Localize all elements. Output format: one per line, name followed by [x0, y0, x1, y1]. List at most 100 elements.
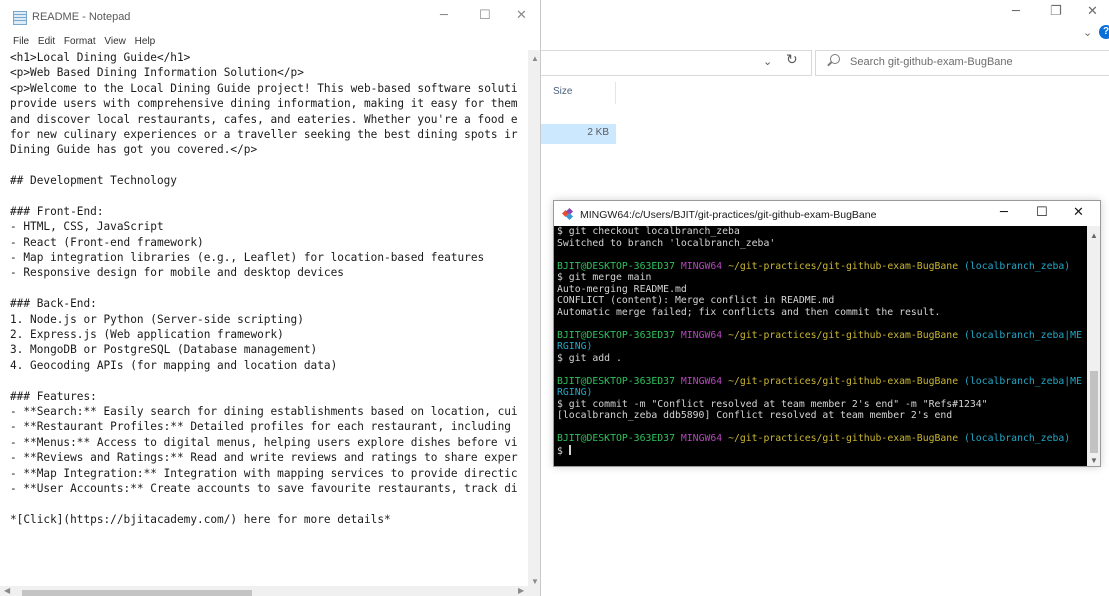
notepad-text-line: - HTML, CSS, JavaScript: [10, 220, 164, 234]
menu-edit[interactable]: Edit: [38, 36, 55, 47]
menu-file[interactable]: File: [13, 36, 29, 47]
terminal-line: $ git add .: [557, 353, 1087, 365]
terminal-text-segment: BJIT@DESKTOP-363ED37: [557, 433, 681, 444]
terminal-text-segment: $ git add .: [557, 352, 622, 364]
terminal-text-segment: ~/git-practices/git-github-exam-BugBane: [728, 433, 964, 444]
help-icon[interactable]: ?: [1099, 25, 1109, 39]
notepad-text-line: [10, 158, 528, 173]
terminal-minimize-button[interactable]: ─: [1000, 205, 1008, 220]
terminal-text-segment: Switched to branch 'localbranch_zeba': [557, 237, 776, 249]
terminal-text-segment: (localbranch_zeba|ME: [964, 375, 1082, 387]
git-bash-window: MINGW64:/c/Users/BJIT/git-practices/git-…: [553, 200, 1101, 467]
terminal-close-button[interactable]: ✕: [1073, 205, 1084, 220]
notepad-text-line: 4. Geocoding APIs (for mapping and locat…: [10, 358, 338, 372]
notepad-text-line: 1. Node.js or Python (Server-side script…: [10, 312, 304, 326]
notepad-text-line: - **Menus:** Access to digital menus, he…: [10, 435, 518, 449]
terminal-line: Automatic merge failed; fix conflicts an…: [557, 307, 1087, 319]
notepad-text-line: ### Back-End:: [10, 297, 97, 311]
git-bash-icon: [561, 207, 574, 221]
terminal-text-segment: $ git commit -m "Conflict resolved at te…: [557, 398, 988, 410]
expand-ribbon-icon[interactable]: ⌄: [1083, 26, 1092, 39]
terminal-text-segment: BJIT@DESKTOP-363ED37: [557, 329, 681, 341]
notepad-text-line: 3. MongoDB or PostgreSQL (Database manag…: [10, 343, 318, 357]
terminal-text-segment: (localbranch_zeba|ME: [964, 329, 1082, 341]
address-dropdown-icon[interactable]: ⌄: [763, 55, 772, 68]
explorer-minimize-button[interactable]: ─: [1012, 4, 1020, 19]
explorer-restore-button[interactable]: ❐: [1050, 4, 1062, 19]
notepad-text-line: ### Features:: [10, 389, 97, 403]
notepad-text-line: ### Front-End:: [10, 204, 104, 218]
terminal-output[interactable]: $ git checkout localbranch_zeba Switched …: [554, 226, 1087, 466]
notepad-text-line: - Responsive design for mobile and deskt…: [10, 266, 344, 280]
terminal-text-segment: BJIT@DESKTOP-363ED37: [557, 260, 681, 272]
terminal-text-segment: MINGW64: [680, 433, 729, 444]
notepad-text-line: [10, 496, 528, 511]
terminal-line: RGING): [557, 387, 1087, 399]
terminal-line: [localbranch_zeba ddb5890] Conflict reso…: [557, 410, 1087, 422]
notepad-window: README - Notepad ─ ☐ ✕ File Edit Format …: [0, 0, 541, 596]
horizontal-scroll-thumb[interactable]: [22, 590, 252, 596]
terminal-text-segment: RGING): [557, 387, 593, 398]
notepad-minimize-button[interactable]: ─: [440, 8, 448, 23]
terminal-text-segment: ~/git-practices/git-github-exam-BugBane: [728, 260, 964, 272]
terminal-text-segment: Auto-merging README.md: [557, 283, 687, 295]
scroll-up-arrow-icon[interactable]: ▲: [531, 54, 539, 63]
terminal-maximize-button[interactable]: ☐: [1036, 205, 1048, 220]
notepad-text-line: <p>Web Based Dining Information Solution…: [10, 66, 304, 80]
terminal-text-segment: MINGW64: [680, 375, 729, 387]
scroll-down-arrow-icon[interactable]: ▼: [531, 577, 539, 586]
notepad-text-line: - **Reviews and Ratings:** Read and writ…: [10, 451, 518, 465]
terminal-text-segment: $: [557, 445, 569, 457]
terminal-line: RGING): [557, 341, 1087, 353]
terminal-text-segment: $ git merge main: [557, 272, 652, 283]
search-input[interactable]: Search git-github-exam-BugBane: [850, 56, 1013, 68]
notepad-app-icon: [13, 11, 27, 25]
column-divider[interactable]: [615, 82, 616, 104]
terminal-text-segment: RGING): [557, 341, 593, 352]
notepad-text-line: and discover local restaurants, cafes, a…: [10, 112, 518, 126]
file-size-cell: 2 KB: [587, 127, 609, 138]
menu-format[interactable]: Format: [64, 36, 96, 47]
terminal-line: $ git commit -m "Conflict resolved at te…: [557, 399, 1087, 411]
notepad-maximize-button[interactable]: ☐: [479, 8, 491, 23]
notepad-text-line: Dining Guide has got you covered.</p>: [10, 143, 258, 157]
notepad-text-line: <h1>Local Dining Guide</h1>: [10, 51, 191, 64]
notepad-close-button[interactable]: ✕: [516, 8, 527, 23]
terminal-text-segment: ~/git-practices/git-github-exam-BugBane: [728, 329, 964, 341]
terminal-scroll-thumb[interactable]: [1090, 371, 1098, 453]
refresh-icon[interactable]: ↻: [786, 52, 798, 68]
notepad-vertical-scrollbar[interactable]: [528, 50, 540, 592]
notepad-text-line: - **Map Integration:** Integration with …: [10, 466, 518, 480]
terminal-line: $: [557, 444, 1087, 457]
notepad-text-line: for new culinary experiences or a travel…: [10, 127, 518, 141]
terminal-text-segment: [localbranch_zeba ddb5890] Conflict reso…: [557, 410, 953, 421]
notepad-menubar: File Edit Format View Help: [13, 36, 161, 47]
notepad-title: README - Notepad: [32, 11, 131, 23]
notepad-text-line: - React (Front-end framework): [10, 235, 204, 249]
column-header-size[interactable]: Size: [553, 86, 572, 97]
menu-help[interactable]: Help: [135, 36, 156, 47]
notepad-text-line: - **Search:** Easily search for dining e…: [10, 404, 518, 418]
notepad-text-area[interactable]: <h1>Local Dining Guide</h1> <p>Web Based …: [10, 50, 528, 585]
scroll-right-arrow-icon[interactable]: ▶: [518, 586, 524, 595]
terminal-line: BJIT@DESKTOP-363ED37 MINGW64 ~/git-pract…: [557, 433, 1087, 445]
menu-view[interactable]: View: [104, 36, 126, 47]
notepad-text-line: - Map integration libraries (e.g., Leafl…: [10, 251, 485, 265]
terminal-text-segment: MINGW64: [680, 329, 729, 341]
terminal-line: BJIT@DESKTOP-363ED37 MINGW64 ~/git-pract…: [557, 330, 1087, 342]
scroll-left-arrow-icon[interactable]: ◀: [4, 586, 10, 595]
explorer-close-button[interactable]: ✕: [1087, 4, 1098, 19]
notepad-text-line: provide users with comprehensive dining …: [10, 97, 518, 111]
terminal-scroll-up-icon[interactable]: ▲: [1090, 231, 1098, 240]
terminal-text-segment: MINGW64: [680, 260, 729, 272]
terminal-title: MINGW64:/c/Users/BJIT/git-practices/git-…: [580, 209, 877, 221]
terminal-text-segment: $ git checkout localbranch_zeba: [557, 226, 740, 237]
terminal-line: BJIT@DESKTOP-363ED37 MINGW64 ~/git-pract…: [557, 261, 1087, 273]
terminal-scroll-down-icon[interactable]: ▼: [1090, 456, 1098, 465]
notepad-text-line: [10, 373, 528, 388]
terminal-text-segment: BJIT@DESKTOP-363ED37: [557, 375, 681, 387]
